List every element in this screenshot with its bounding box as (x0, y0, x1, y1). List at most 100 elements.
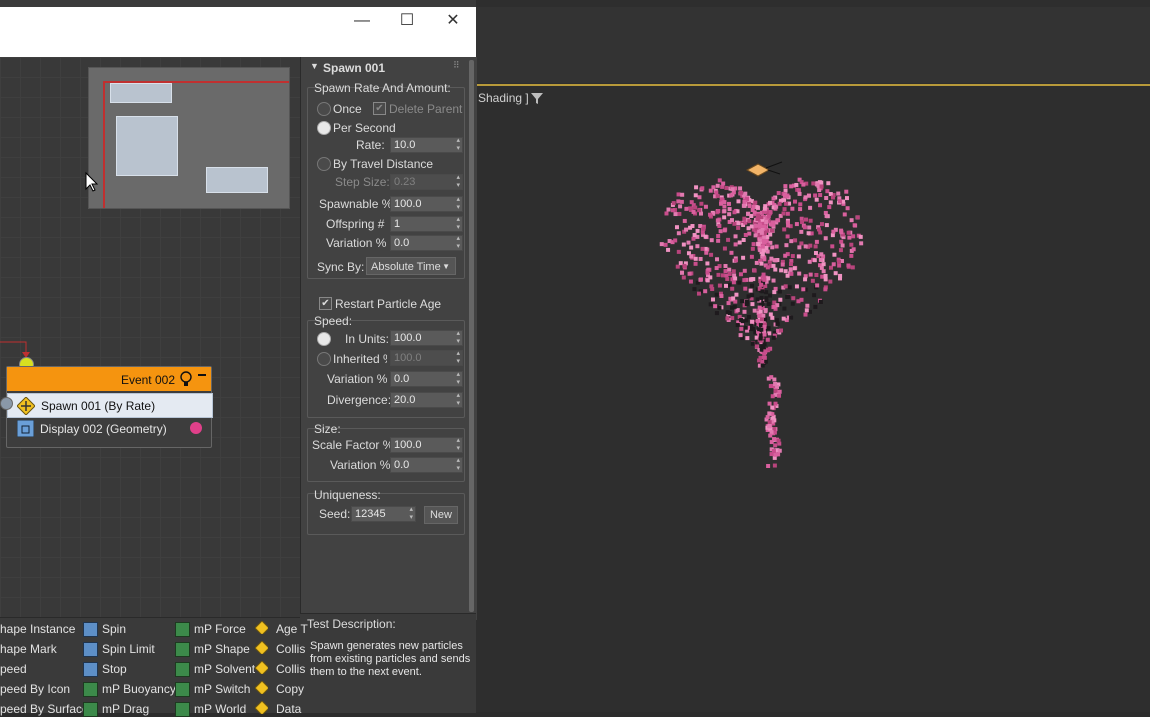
depot-item[interactable]: hape Mark (0, 642, 57, 656)
particle (742, 309, 747, 314)
operator-spawn[interactable]: Spawn 001 (By Rate) (7, 393, 213, 418)
depot-item[interactable]: hape Instance (0, 622, 75, 636)
inherited-spinner[interactable]: 100.0 (390, 350, 463, 366)
rollout-collapse-icon[interactable]: ▼ (310, 61, 319, 71)
particle (725, 316, 730, 321)
depot-item[interactable]: Collis (276, 662, 305, 676)
inherited-radio[interactable] (317, 352, 331, 366)
minimize-button[interactable]: — (352, 11, 372, 31)
in-units-radio[interactable] (317, 332, 331, 346)
particle (804, 217, 809, 222)
depot-item[interactable]: mP Buoyancy (102, 682, 176, 696)
scale-factor-spinner[interactable]: 100.0 (390, 437, 463, 453)
in-units-spinner[interactable]: 100.0 (390, 330, 463, 346)
filter-icon[interactable] (530, 92, 544, 105)
offspring-spinner[interactable]: 1 (390, 216, 463, 232)
by-travel-radio[interactable] (317, 157, 331, 171)
variation-spinner[interactable]: 0.0 (390, 235, 463, 251)
depot-item[interactable]: peed By Icon (0, 682, 70, 696)
particle (729, 218, 734, 223)
particle (694, 185, 699, 190)
per-second-label: Per Second (333, 121, 396, 135)
restart-age-checkbox[interactable]: ✔ (319, 297, 332, 310)
drag-grip-icon[interactable]: ⠿ (453, 60, 460, 71)
particle (731, 296, 736, 301)
depot-item[interactable]: Spin (102, 622, 126, 636)
particle (695, 244, 700, 249)
particle (725, 276, 730, 281)
step-size-label: Step Size: (335, 175, 390, 189)
depot-item[interactable]: mP Switch (194, 682, 250, 696)
operator-display[interactable]: Display 002 (Geometry) (7, 417, 211, 440)
particle (771, 449, 776, 454)
display-color-swatch[interactable] (190, 422, 202, 434)
collapse-icon[interactable] (198, 374, 206, 376)
particle (751, 242, 756, 247)
mp-switch-icon (175, 682, 190, 697)
maximize-button[interactable]: ☐ (397, 11, 417, 31)
size-variation-spinner[interactable]: 0.0 (390, 457, 463, 473)
particle (734, 292, 739, 297)
particle (817, 188, 822, 193)
particle (774, 204, 779, 209)
depot-item[interactable]: Age T (276, 622, 308, 636)
navigator-map[interactable] (88, 67, 290, 209)
panel-scrollbar[interactable] (469, 60, 474, 612)
particle (815, 283, 820, 288)
depot-item[interactable]: peed (0, 662, 27, 676)
particle (741, 203, 746, 208)
depot-item[interactable]: mP World (194, 702, 246, 716)
depot-item[interactable]: peed By Surface (0, 702, 89, 716)
particle (802, 225, 807, 230)
particle (716, 233, 721, 238)
once-label: Once (333, 102, 362, 116)
viewport-shading-label[interactable]: Shading ] (478, 91, 529, 105)
particle (666, 247, 671, 252)
per-second-radio[interactable] (317, 121, 331, 135)
rollout-title[interactable]: Spawn 001 (323, 61, 385, 75)
particle (821, 262, 826, 267)
divergence-spinner[interactable]: 20.0 (390, 392, 463, 408)
particle (767, 331, 772, 336)
event-output-connector[interactable] (0, 397, 13, 410)
depot-item[interactable]: mP Drag (102, 702, 149, 716)
particle (794, 284, 799, 289)
depot-item[interactable]: Stop (102, 662, 127, 676)
particle (771, 263, 776, 268)
depot-item[interactable]: mP Shape (194, 642, 250, 656)
depot-item[interactable]: Collis (276, 642, 305, 656)
particle (790, 301, 795, 306)
spawnable-spinner[interactable]: 100.0 (390, 196, 463, 212)
particle (762, 342, 767, 347)
depot-item[interactable]: mP Force (194, 622, 246, 636)
speed-variation-spinner[interactable]: 0.0 (390, 371, 463, 387)
emitter-icon[interactable] (745, 163, 771, 177)
particle (766, 301, 771, 306)
depot-item[interactable]: Copy (276, 682, 304, 696)
particle (783, 192, 788, 197)
depot-item[interactable]: Data (276, 702, 301, 716)
particle (830, 195, 835, 200)
event-node[interactable]: Event 002 Spawn 001 (By Rate) Display 00… (6, 366, 213, 448)
particle (790, 254, 795, 259)
close-button[interactable]: ✕ (443, 11, 463, 31)
sync-by-dropdown[interactable]: Absolute Time ▼ (366, 257, 456, 275)
rate-spinner[interactable]: 10.0 (390, 137, 463, 153)
particle (767, 401, 772, 406)
particle (743, 286, 748, 291)
once-radio[interactable] (317, 102, 331, 116)
stop-icon (83, 662, 98, 677)
step-size-spinner[interactable]: 0.23 (390, 174, 463, 190)
particle (777, 393, 782, 398)
seed-spinner[interactable]: 12345 (351, 506, 416, 522)
delete-parent-checkbox[interactable]: ✔ (373, 102, 386, 115)
lightbulb-icon[interactable] (179, 371, 193, 387)
particle (681, 275, 686, 280)
event-header[interactable]: Event 002 (7, 367, 211, 391)
rate-label: Rate: (356, 138, 385, 152)
particle (732, 210, 737, 215)
new-seed-button[interactable]: New (424, 506, 458, 524)
depot-item[interactable]: Spin Limit (102, 642, 155, 656)
particle (789, 239, 794, 244)
depot-item[interactable]: mP Solvent (194, 662, 255, 676)
